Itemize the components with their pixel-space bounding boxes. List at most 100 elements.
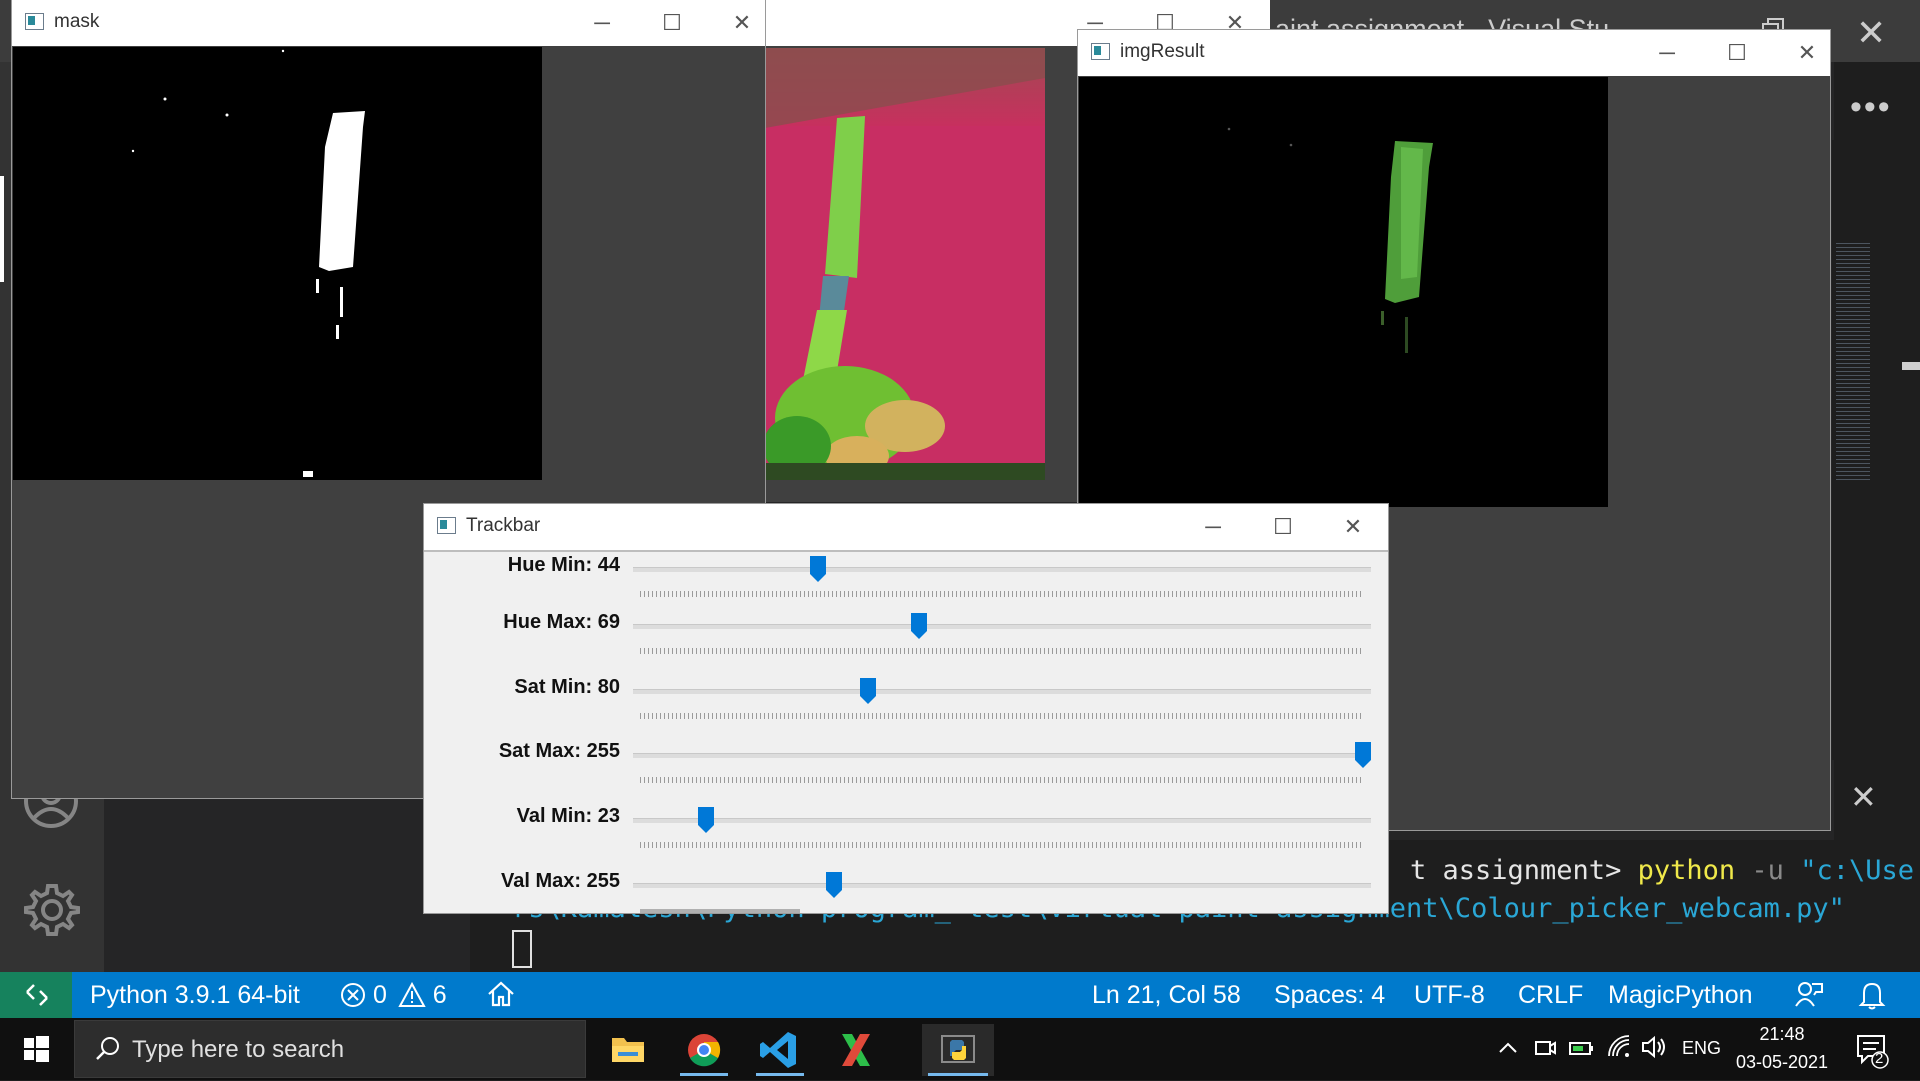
cursor-position[interactable]: Ln 21, Col 58 — [1092, 981, 1241, 1010]
search-placeholder: Type here to search — [132, 1036, 345, 1063]
mask-window-title: mask — [54, 11, 100, 32]
maximize-icon[interactable]: ☐ — [637, 0, 707, 46]
trackbar-val-max: Val Max: 255 — [424, 870, 1388, 913]
notifications-bell-icon[interactable] — [1858, 980, 1886, 1010]
trackbar-groove[interactable] — [633, 818, 1371, 823]
trackbar-hue-min: Hue Min: 44 — [424, 554, 1388, 614]
volume-icon[interactable] — [1640, 1034, 1668, 1060]
trackbar-label: Sat Min: 80 — [514, 676, 620, 698]
trackbar-label: Val Min: 23 — [516, 805, 620, 827]
close-icon[interactable]: ✕ — [707, 0, 777, 46]
titlebar-divider — [424, 550, 1388, 552]
maximize-icon[interactable]: ☐ — [1248, 504, 1318, 550]
trackbar-thumb[interactable] — [826, 872, 842, 898]
activity-bar-indicator — [0, 176, 4, 282]
vscode-icon — [760, 1032, 796, 1068]
python-interpreter[interactable]: Python 3.9.1 64-bit — [90, 981, 300, 1010]
meet-icon[interactable] — [1532, 1036, 1558, 1060]
trackbar-hue-max: Hue Max: 69 — [424, 611, 1388, 671]
wifi-icon[interactable] — [1606, 1034, 1632, 1060]
trackbar-window-titlebar[interactable]: Trackbar ─ ☐ ✕ — [424, 504, 1388, 550]
close-icon[interactable]: ✕ — [1318, 504, 1388, 550]
trackbar-ticks — [640, 777, 1364, 783]
trackbar-thumb[interactable] — [810, 556, 827, 582]
minimize-icon[interactable]: ─ — [567, 0, 637, 46]
search-icon — [96, 1037, 119, 1060]
battery-icon[interactable] — [1568, 1036, 1596, 1060]
remote-button[interactable] — [0, 972, 72, 1018]
warning-count: 6 — [432, 981, 447, 1009]
action-center-button[interactable]: 2 — [1854, 1030, 1890, 1070]
terminal-line-1: t assignment> python -u "c:\Use — [1410, 855, 1914, 886]
running-indicator — [756, 1073, 804, 1076]
trackbar-window[interactable]: Trackbar ─ ☐ ✕ Hue Min: 44 Hue Max: 69 S… — [424, 504, 1388, 913]
trackbar-thumb[interactable] — [698, 807, 715, 833]
python-icon — [941, 1035, 975, 1063]
trackbar-ticks — [640, 713, 1364, 719]
encoding[interactable]: UTF-8 — [1414, 981, 1485, 1010]
chrome-icon — [688, 1034, 721, 1067]
minimap-slider[interactable] — [1902, 362, 1920, 370]
clock-date[interactable]: 03-05-2021 — [1732, 1052, 1832, 1073]
more-actions-icon[interactable]: ••• — [1850, 88, 1892, 127]
taskbar-file-explorer[interactable] — [598, 1024, 658, 1076]
problems-indicator[interactable]: 0 6 — [340, 981, 447, 1010]
taskbar-chrome[interactable] — [674, 1024, 734, 1076]
language-mode[interactable]: MagicPython — [1608, 981, 1753, 1010]
error-count: 0 — [372, 981, 387, 1009]
terminal-command: python — [1637, 855, 1736, 886]
trackbar-sat-min: Sat Min: 80 — [424, 676, 1388, 736]
trackbar-thumb[interactable] — [859, 678, 876, 704]
trackbar-groove[interactable] — [633, 689, 1371, 694]
taskbar-python[interactable] — [922, 1024, 994, 1076]
trackbar-groove[interactable] — [633, 753, 1371, 758]
taskbar-app-x[interactable] — [826, 1024, 886, 1076]
trackbar-thumb[interactable] — [911, 613, 928, 639]
x-app-icon — [842, 1034, 870, 1066]
trackbar-window-title: Trackbar — [466, 515, 541, 536]
terminal-path-start: "c:\Use — [1800, 855, 1914, 886]
trackbar-thumb[interactable] — [1355, 742, 1371, 768]
gear-icon[interactable] — [22, 880, 82, 940]
feedback-icon[interactable] — [1794, 980, 1824, 1010]
close-icon[interactable]: ✕ — [1772, 30, 1842, 76]
trackbar-groove[interactable] — [633, 567, 1371, 572]
chevron-up-icon[interactable] — [1496, 1038, 1520, 1058]
maximize-icon[interactable]: ☐ — [1702, 30, 1772, 76]
minimize-icon[interactable]: ─ — [1632, 30, 1702, 76]
notification-count: 2 — [1875, 1050, 1884, 1067]
opencv-app-icon — [25, 13, 44, 30]
vscode-close-icon[interactable]: ✕ — [1856, 12, 1886, 54]
imgresult-window-titlebar[interactable]: imgResult ─ ☐ ✕ — [1078, 30, 1830, 76]
home-icon[interactable] — [486, 980, 516, 1008]
terminal-cursor — [512, 930, 532, 968]
folder-icon — [612, 1038, 644, 1062]
indentation[interactable]: Spaces: 4 — [1274, 981, 1385, 1010]
trackbar-sat-max: Sat Max: 255 — [424, 740, 1388, 800]
terminal-prompt: t assignment> — [1410, 855, 1622, 886]
minimap-code — [1836, 240, 1870, 480]
end-of-line[interactable]: CRLF — [1518, 981, 1583, 1010]
mask-window-titlebar[interactable]: mask ─ ☐ ✕ — [12, 0, 765, 46]
warning-icon — [398, 981, 426, 1007]
windows-start-icon[interactable] — [0, 1018, 72, 1080]
terminal-flag: -u — [1751, 855, 1784, 886]
minimap[interactable] — [1832, 140, 1920, 760]
panel-close-icon[interactable]: ✕ — [1850, 778, 1877, 816]
minimize-icon[interactable]: ─ — [1178, 504, 1248, 550]
trackbar-groove[interactable] — [633, 624, 1371, 629]
input-language[interactable]: ENG — [1682, 1038, 1721, 1059]
window-scrollbar[interactable] — [640, 909, 800, 913]
notification-icon — [1857, 1035, 1889, 1069]
remote-icon — [26, 984, 48, 1006]
trackbar-label: Hue Min: 44 — [507, 554, 620, 576]
taskbar-vscode[interactable] — [750, 1024, 810, 1076]
clock-time[interactable]: 21:48 — [1732, 1024, 1832, 1045]
imgresult-image — [1079, 77, 1608, 507]
trackbar-groove[interactable] — [633, 883, 1371, 888]
running-indicator — [928, 1073, 988, 1076]
running-indicator — [680, 1073, 728, 1076]
trackbar-ticks — [640, 842, 1364, 848]
imgresult-window-title: imgResult — [1120, 41, 1205, 62]
webcam-frame-image — [765, 48, 1045, 480]
